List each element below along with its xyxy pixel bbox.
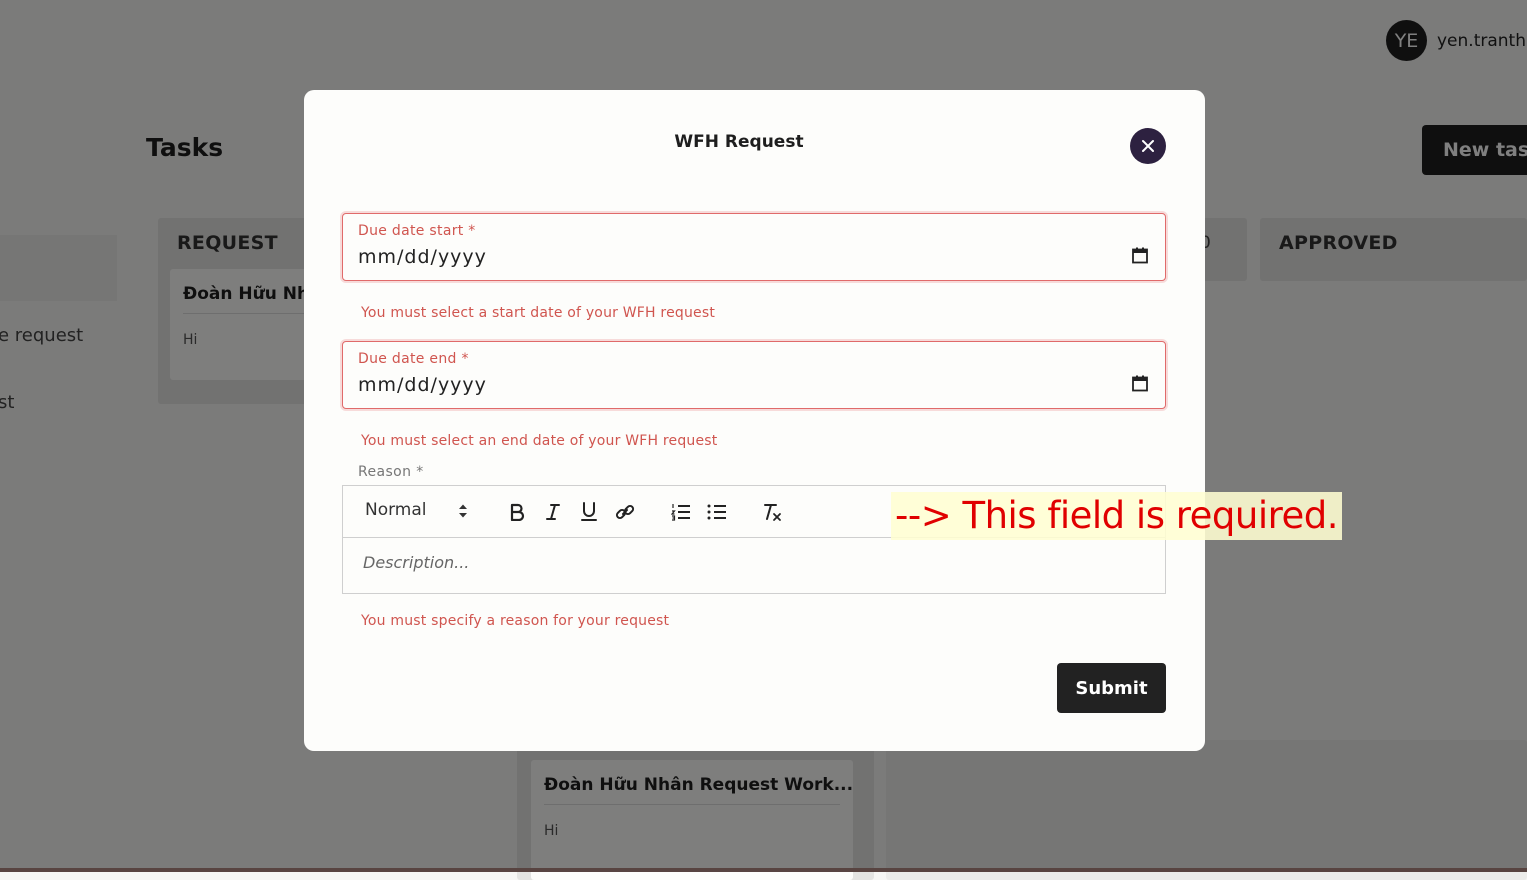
calendar-icon[interactable] xyxy=(1132,375,1148,392)
due-date-start-input[interactable] xyxy=(358,246,1098,268)
end-date-error: You must select an end date of your WFH … xyxy=(361,433,718,449)
calendar-icon[interactable] xyxy=(1132,247,1148,264)
close-icon xyxy=(1142,140,1154,152)
wfh-request-modal: WFH Request Due date start * You must se… xyxy=(304,90,1205,751)
bold-button[interactable] xyxy=(504,499,530,525)
clear-format-button[interactable] xyxy=(759,499,785,525)
format-select[interactable]: Normal xyxy=(365,500,427,520)
due-date-end-field[interactable]: Due date end * xyxy=(342,341,1166,409)
due-date-end-input[interactable] xyxy=(358,374,1098,396)
modal-title: WFH Request xyxy=(674,132,804,152)
bullet-list-icon xyxy=(707,504,726,520)
start-date-error: You must select a start date of your WFH… xyxy=(361,305,716,321)
select-arrows-icon[interactable] xyxy=(458,503,468,519)
clear-format-icon xyxy=(764,504,781,521)
ordered-list-button[interactable] xyxy=(668,499,694,525)
italic-button[interactable] xyxy=(540,499,566,525)
bold-icon xyxy=(510,503,525,521)
reason-description-input[interactable] xyxy=(363,553,1143,572)
bullet-list-button[interactable] xyxy=(704,499,730,525)
link-icon xyxy=(615,504,635,520)
underline-button[interactable] xyxy=(576,499,602,525)
italic-icon xyxy=(546,504,560,520)
field-label: Due date start * xyxy=(358,223,476,239)
reason-error: You must specify a reason for your reque… xyxy=(361,613,670,629)
link-button[interactable] xyxy=(612,499,638,525)
ordered-list-icon xyxy=(671,504,690,521)
due-date-start-field[interactable]: Due date start * xyxy=(342,213,1166,281)
reason-label: Reason * xyxy=(358,464,424,480)
submit-button[interactable]: Submit xyxy=(1057,663,1166,713)
required-field-annotation: --> This field is required. xyxy=(891,492,1343,540)
close-button[interactable] xyxy=(1130,128,1166,164)
field-label: Due date end * xyxy=(358,351,469,367)
underline-icon xyxy=(581,502,597,521)
